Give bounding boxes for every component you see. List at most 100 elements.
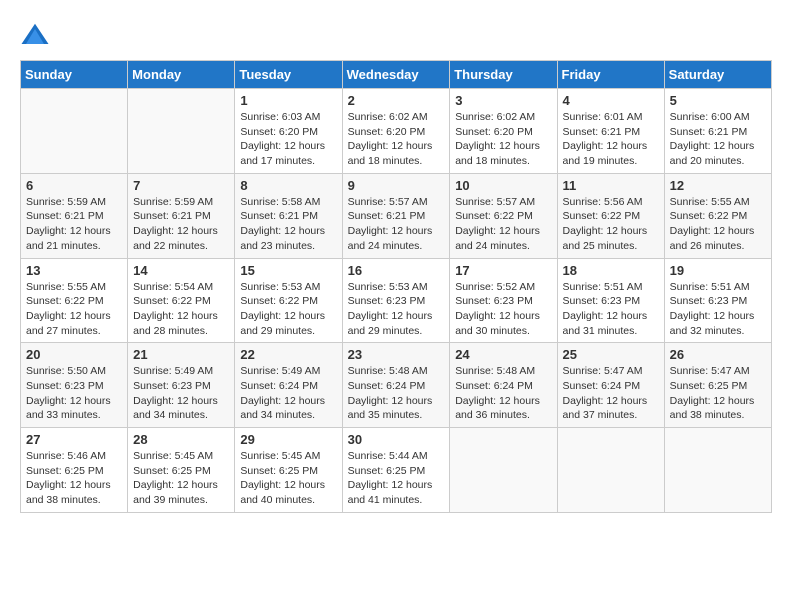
calendar-cell: 19 Sunrise: 5:51 AMSunset: 6:23 PMDayligh…: [664, 258, 771, 343]
calendar-cell: 1 Sunrise: 6:03 AMSunset: 6:20 PMDaylight…: [235, 89, 342, 174]
calendar-cell: 27Sunrise: 5:46 AMSunset: 6:25 PMDayligh…: [21, 428, 128, 513]
calendar-cell: 8 Sunrise: 5:58 AMSunset: 6:21 PMDaylight…: [235, 173, 342, 258]
day-info: Sunrise: 5:47 AMSunset: 6:25 PMDaylight:…: [670, 364, 766, 423]
day-info: Sunrise: 5:53 AMSunset: 6:22 PMDaylight:…: [240, 280, 336, 339]
day-info: Sunrise: 5:57 AMSunset: 6:21 PMDaylight:…: [348, 195, 445, 254]
day-number: 1: [240, 93, 336, 108]
day-number: 19: [670, 263, 766, 278]
day-number: 25: [563, 347, 659, 362]
page-header: [20, 20, 772, 50]
day-number: 17: [455, 263, 551, 278]
day-number: 12: [670, 178, 766, 193]
day-number: 13: [26, 263, 122, 278]
calendar-cell: [21, 89, 128, 174]
calendar-cell: 17 Sunrise: 5:52 AMSunset: 6:23 PMDayligh…: [450, 258, 557, 343]
calendar-cell: 20 Sunrise: 5:50 AMSunset: 6:23 PMDayligh…: [21, 343, 128, 428]
calendar-cell: 11 Sunrise: 5:56 AMSunset: 6:22 PMDayligh…: [557, 173, 664, 258]
day-number: 27: [26, 432, 122, 447]
calendar-cell: 7 Sunrise: 5:59 AMSunset: 6:21 PMDaylight…: [128, 173, 235, 258]
day-info: Sunrise: 5:59 AMSunset: 6:21 PMDaylight:…: [26, 195, 122, 254]
calendar-cell: 25Sunrise: 5:47 AMSunset: 6:24 PMDayligh…: [557, 343, 664, 428]
day-number: 20: [26, 347, 122, 362]
day-number: 9: [348, 178, 445, 193]
day-number: 4: [563, 93, 659, 108]
calendar-cell: 29 Sunrise: 5:45 AMSunset: 6:25 PMDayligh…: [235, 428, 342, 513]
day-info: Sunrise: 6:03 AMSunset: 6:20 PMDaylight:…: [240, 110, 336, 169]
calendar-cell: 28 Sunrise: 5:45 AMSunset: 6:25 PMDayligh…: [128, 428, 235, 513]
calendar-table: SundayMondayTuesdayWednesdayThursdayFrid…: [20, 60, 772, 513]
day-number: 18: [563, 263, 659, 278]
day-info: Sunrise: 5:58 AMSunset: 6:21 PMDaylight:…: [240, 195, 336, 254]
calendar-cell: 18 Sunrise: 5:51 AMSunset: 6:23 PMDayligh…: [557, 258, 664, 343]
day-info: Sunrise: 5:51 AMSunset: 6:23 PMDaylight:…: [670, 280, 766, 339]
day-number: 11: [563, 178, 659, 193]
calendar-cell: [557, 428, 664, 513]
day-info: Sunrise: 6:02 AMSunset: 6:20 PMDaylight:…: [455, 110, 551, 169]
day-info: Sunrise: 5:57 AMSunset: 6:22 PMDaylight:…: [455, 195, 551, 254]
calendar-cell: 24 Sunrise: 5:48 AMSunset: 6:24 PMDayligh…: [450, 343, 557, 428]
day-number: 2: [348, 93, 445, 108]
day-header-saturday: Saturday: [664, 61, 771, 89]
day-number: 21: [133, 347, 229, 362]
day-header-thursday: Thursday: [450, 61, 557, 89]
day-number: 10: [455, 178, 551, 193]
calendar-cell: 3 Sunrise: 6:02 AMSunset: 6:20 PMDaylight…: [450, 89, 557, 174]
calendar-cell: 13 Sunrise: 5:55 AMSunset: 6:22 PMDayligh…: [21, 258, 128, 343]
day-number: 28: [133, 432, 229, 447]
calendar-cell: 12 Sunrise: 5:55 AMSunset: 6:22 PMDayligh…: [664, 173, 771, 258]
day-number: 23: [348, 347, 445, 362]
day-number: 5: [670, 93, 766, 108]
day-info: Sunrise: 6:00 AMSunset: 6:21 PMDaylight:…: [670, 110, 766, 169]
calendar-cell: [128, 89, 235, 174]
day-info: Sunrise: 5:45 AMSunset: 6:25 PMDaylight:…: [133, 449, 229, 508]
calendar-cell: 6 Sunrise: 5:59 AMSunset: 6:21 PMDaylight…: [21, 173, 128, 258]
day-info: Sunrise: 6:02 AMSunset: 6:20 PMDaylight:…: [348, 110, 445, 169]
calendar-cell: 26 Sunrise: 5:47 AMSunset: 6:25 PMDayligh…: [664, 343, 771, 428]
day-info: Sunrise: 5:55 AMSunset: 6:22 PMDaylight:…: [26, 280, 122, 339]
day-info: Sunrise: 5:48 AMSunset: 6:24 PMDaylight:…: [455, 364, 551, 423]
day-number: 15: [240, 263, 336, 278]
day-info: Sunrise: 5:53 AMSunset: 6:23 PMDaylight:…: [348, 280, 445, 339]
day-info: Sunrise: 5:45 AMSunset: 6:25 PMDaylight:…: [240, 449, 336, 508]
calendar-cell: 16 Sunrise: 5:53 AMSunset: 6:23 PMDayligh…: [342, 258, 450, 343]
day-number: 29: [240, 432, 336, 447]
calendar-cell: 30 Sunrise: 5:44 AMSunset: 6:25 PMDayligh…: [342, 428, 450, 513]
calendar-cell: 23 Sunrise: 5:48 AMSunset: 6:24 PMDayligh…: [342, 343, 450, 428]
day-number: 24: [455, 347, 551, 362]
calendar-cell: [450, 428, 557, 513]
day-info: Sunrise: 5:49 AMSunset: 6:24 PMDaylight:…: [240, 364, 336, 423]
calendar-cell: 21Sunrise: 5:49 AMSunset: 6:23 PMDayligh…: [128, 343, 235, 428]
day-header-tuesday: Tuesday: [235, 61, 342, 89]
day-info: Sunrise: 5:54 AMSunset: 6:22 PMDaylight:…: [133, 280, 229, 339]
calendar-cell: 4 Sunrise: 6:01 AMSunset: 6:21 PMDaylight…: [557, 89, 664, 174]
day-number: 6: [26, 178, 122, 193]
day-info: Sunrise: 5:48 AMSunset: 6:24 PMDaylight:…: [348, 364, 445, 423]
day-header-friday: Friday: [557, 61, 664, 89]
calendar-cell: [664, 428, 771, 513]
day-number: 3: [455, 93, 551, 108]
calendar-cell: 22 Sunrise: 5:49 AMSunset: 6:24 PMDayligh…: [235, 343, 342, 428]
day-number: 7: [133, 178, 229, 193]
day-info: Sunrise: 5:44 AMSunset: 6:25 PMDaylight:…: [348, 449, 445, 508]
day-info: Sunrise: 5:59 AMSunset: 6:21 PMDaylight:…: [133, 195, 229, 254]
calendar-cell: 15 Sunrise: 5:53 AMSunset: 6:22 PMDayligh…: [235, 258, 342, 343]
calendar-cell: 14 Sunrise: 5:54 AMSunset: 6:22 PMDayligh…: [128, 258, 235, 343]
day-number: 16: [348, 263, 445, 278]
day-header-sunday: Sunday: [21, 61, 128, 89]
day-info: Sunrise: 5:52 AMSunset: 6:23 PMDaylight:…: [455, 280, 551, 339]
logo: [20, 20, 54, 50]
day-info: Sunrise: 5:55 AMSunset: 6:22 PMDaylight:…: [670, 195, 766, 254]
day-header-monday: Monday: [128, 61, 235, 89]
day-number: 8: [240, 178, 336, 193]
day-number: 26: [670, 347, 766, 362]
day-number: 14: [133, 263, 229, 278]
logo-icon: [20, 20, 50, 50]
day-info: Sunrise: 6:01 AMSunset: 6:21 PMDaylight:…: [563, 110, 659, 169]
calendar-cell: 10 Sunrise: 5:57 AMSunset: 6:22 PMDayligh…: [450, 173, 557, 258]
day-info: Sunrise: 5:50 AMSunset: 6:23 PMDaylight:…: [26, 364, 122, 423]
day-header-wednesday: Wednesday: [342, 61, 450, 89]
day-info: Sunrise: 5:51 AMSunset: 6:23 PMDaylight:…: [563, 280, 659, 339]
day-number: 30: [348, 432, 445, 447]
day-info: Sunrise: 5:56 AMSunset: 6:22 PMDaylight:…: [563, 195, 659, 254]
day-number: 22: [240, 347, 336, 362]
